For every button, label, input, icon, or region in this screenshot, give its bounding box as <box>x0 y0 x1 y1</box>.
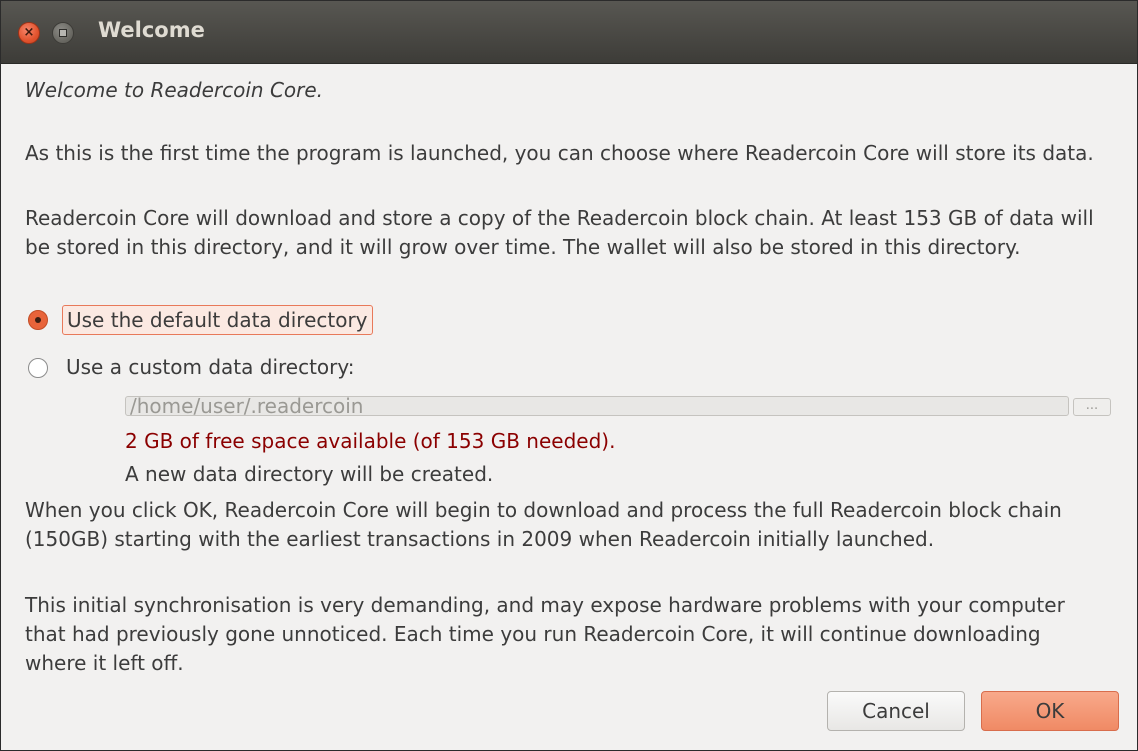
sync-warning-text: This initial synchronisation is very dem… <box>25 593 1065 675</box>
new-directory-note: A new data directory will be created. <box>125 462 494 486</box>
close-icon: × <box>23 25 35 40</box>
titlebar: × Welcome <box>1 1 1137 64</box>
custom-directory-label[interactable]: Use a custom data directory: <box>62 353 359 381</box>
welcome-dialog: × Welcome Welcome to Readercoin Core. As… <box>0 0 1138 751</box>
default-directory-label[interactable]: Use the default data directory <box>62 305 373 335</box>
sync-start-text: When you click OK, Readercoin Core will … <box>25 498 1062 551</box>
ok-button[interactable]: OK <box>981 691 1119 731</box>
minimize-window-button[interactable] <box>52 22 74 44</box>
window-title: Welcome <box>98 18 205 42</box>
cancel-button[interactable]: Cancel <box>827 691 965 731</box>
browse-directory-button[interactable]: ... <box>1073 398 1111 416</box>
default-directory-radio[interactable] <box>28 310 48 330</box>
download-info-text: Readercoin Core will download and store … <box>25 206 1094 259</box>
welcome-heading: Welcome to Readercoin Core. <box>25 78 324 102</box>
data-directory-input[interactable]: /home/user/.readercoin <box>125 396 1069 416</box>
first-launch-text: As this is the first time the program is… <box>25 141 1094 165</box>
close-window-button[interactable]: × <box>18 22 40 44</box>
free-space-warning: 2 GB of free space available (of 153 GB … <box>125 429 616 453</box>
custom-directory-radio[interactable] <box>28 358 48 378</box>
